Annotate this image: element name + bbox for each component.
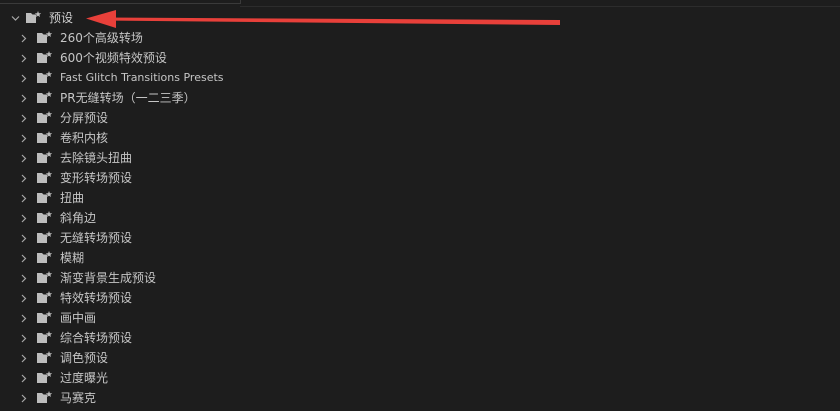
tree-item[interactable]: 卷积内核: [0, 128, 840, 148]
tree-item[interactable]: 特效转场预设: [0, 288, 840, 308]
preset-folder-icon: [37, 171, 53, 185]
preset-folder-icon: [37, 131, 53, 145]
divider: [240, 6, 840, 7]
tree-item-label: Fast Glitch Transitions Presets: [60, 71, 224, 84]
tree-item-label: 斜角边: [60, 211, 97, 225]
tree-item-label: 过度曝光: [60, 371, 109, 385]
tree-item-label: 260个高级转场: [60, 31, 143, 45]
preset-folder-icon: [37, 271, 53, 285]
tree-item[interactable]: 斜角边: [0, 208, 840, 228]
tree-item-label: 分屏预设: [60, 111, 109, 125]
chevron-right-icon[interactable]: [17, 28, 29, 48]
effects-tree: 预设 260个高级转场 600个视频特效预设 Fast Glitch Transit…: [0, 8, 840, 408]
chevron-right-icon[interactable]: [17, 288, 29, 308]
tree-item[interactable]: 分屏预设: [0, 108, 840, 128]
chevron-right-icon[interactable]: [17, 248, 29, 268]
tree-item-label: 渐变背景生成预设: [60, 271, 157, 285]
preset-folder-icon: [37, 151, 53, 165]
tree-item-label: 模糊: [60, 251, 85, 265]
preset-folder-icon: [37, 231, 53, 245]
tree-item-label: 画中画: [60, 311, 97, 325]
chevron-right-icon[interactable]: [17, 348, 29, 368]
chevron-right-icon[interactable]: [17, 88, 29, 108]
tree-item-label: 600个视频特效预设: [60, 51, 167, 65]
preset-folder-icon: [37, 211, 53, 225]
tree-children: 260个高级转场 600个视频特效预设 Fast Glitch Transition…: [0, 28, 840, 408]
chevron-right-icon[interactable]: [17, 128, 29, 148]
chevron-right-icon[interactable]: [17, 48, 29, 68]
preset-folder-icon: [26, 11, 42, 25]
tree-item[interactable]: 无缝转场预设: [0, 228, 840, 248]
tree-item[interactable]: 调色预设: [0, 348, 840, 368]
tree-item-label: 无缝转场预设: [60, 231, 133, 245]
tree-root-presets[interactable]: 预设: [0, 8, 840, 28]
chevron-right-icon[interactable]: [17, 168, 29, 188]
chevron-down-icon[interactable]: [9, 8, 21, 28]
preset-folder-icon: [37, 251, 53, 265]
chevron-right-icon[interactable]: [17, 208, 29, 228]
tree-item-label: 变形转场预设: [60, 171, 133, 185]
tree-item-label: 马赛克: [60, 391, 97, 405]
chevron-right-icon[interactable]: [17, 368, 29, 388]
tree-item[interactable]: 画中画: [0, 308, 840, 328]
tree-item[interactable]: 综合转场预设: [0, 328, 840, 348]
preset-folder-icon: [37, 371, 53, 385]
chevron-right-icon[interactable]: [17, 228, 29, 248]
preset-folder-icon: [37, 51, 53, 65]
preset-folder-icon: [37, 351, 53, 365]
preset-folder-icon: [37, 391, 53, 405]
tree-item-label: 去除镜头扭曲: [60, 151, 133, 165]
tree-item[interactable]: 变形转场预设: [0, 168, 840, 188]
tree-item[interactable]: Fast Glitch Transitions Presets: [0, 68, 840, 88]
chevron-right-icon[interactable]: [17, 148, 29, 168]
preset-folder-icon: [37, 71, 53, 85]
tree-item-label: 扭曲: [60, 191, 85, 205]
chevron-right-icon[interactable]: [17, 188, 29, 208]
preset-folder-icon: [37, 31, 53, 45]
tree-item[interactable]: 模糊: [0, 248, 840, 268]
preset-folder-icon: [37, 91, 53, 105]
tree-item[interactable]: 马赛克: [0, 388, 840, 408]
tree-item-label: 综合转场预设: [60, 331, 133, 345]
tree-item-label: 调色预设: [60, 351, 109, 365]
chevron-right-icon[interactable]: [17, 68, 29, 88]
chevron-right-icon[interactable]: [17, 108, 29, 128]
preset-folder-icon: [37, 311, 53, 325]
tree-item-label: PR无缝转场（一二三季）: [60, 91, 196, 105]
tree-item[interactable]: 600个视频特效预设: [0, 48, 840, 68]
tree-root-label: 预设: [49, 11, 74, 25]
preset-folder-icon: [37, 111, 53, 125]
tree-item[interactable]: PR无缝转场（一二三季）: [0, 88, 840, 108]
tree-item-label: 卷积内核: [60, 131, 109, 145]
preset-folder-icon: [37, 291, 53, 305]
tree-item[interactable]: 扭曲: [0, 188, 840, 208]
tree-item-label: 特效转场预设: [60, 291, 133, 305]
chevron-right-icon[interactable]: [17, 388, 29, 408]
preset-folder-icon: [37, 331, 53, 345]
chevron-right-icon[interactable]: [17, 268, 29, 288]
tree-item[interactable]: 过度曝光: [0, 368, 840, 388]
preset-folder-icon: [37, 191, 53, 205]
search-field-edge[interactable]: [0, 0, 241, 4]
top-bar: [0, 0, 840, 7]
tree-item[interactable]: 260个高级转场: [0, 28, 840, 48]
tree-item[interactable]: 渐变背景生成预设: [0, 268, 840, 288]
chevron-right-icon[interactable]: [17, 328, 29, 348]
chevron-right-icon[interactable]: [17, 308, 29, 328]
tree-item[interactable]: 去除镜头扭曲: [0, 148, 840, 168]
